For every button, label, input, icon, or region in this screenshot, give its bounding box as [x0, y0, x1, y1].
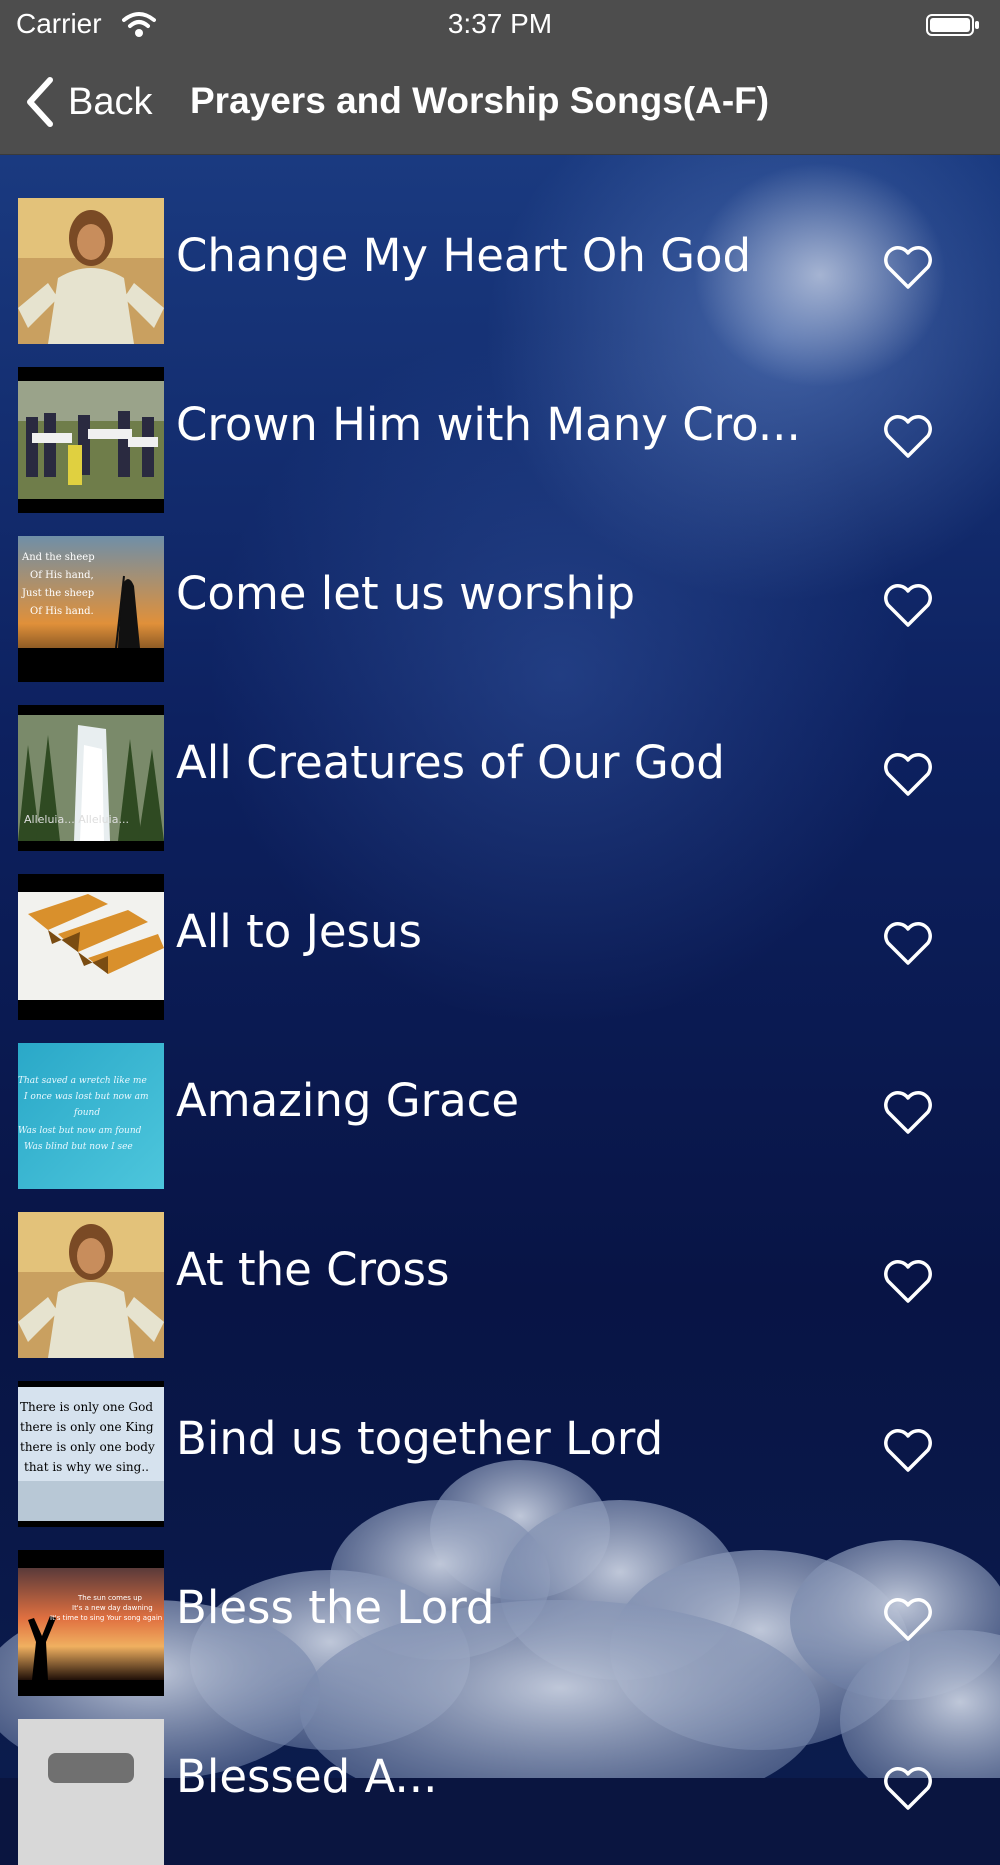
song-title: Bind us together Lord	[176, 1412, 664, 1465]
thumbnail-text: Of His hand,	[30, 570, 94, 581]
thumbnail-text: There is only one God	[20, 1400, 153, 1414]
song-row[interactable]: The sun comes up It's a new day dawning …	[0, 1507, 1000, 1696]
navigation-bar: Back Prayers and Worship Songs(A-F)	[0, 50, 1000, 155]
thumbnail-text: Was lost but now am found	[18, 1126, 142, 1136]
heart-icon[interactable]	[882, 1597, 934, 1643]
song-title: Blessed A...	[176, 1750, 438, 1803]
song-row[interactable]: Alleluia... Alleluia... All Creatures of…	[0, 662, 1000, 851]
song-thumbnail	[18, 874, 164, 1020]
heart-icon[interactable]	[882, 583, 934, 629]
thumbnail-text: there is only one body	[20, 1440, 155, 1454]
battery-icon	[926, 14, 979, 36]
thumbnail-text: And the sheep	[21, 552, 95, 563]
thumbnail-text: there is only one King	[20, 1420, 154, 1434]
song-row[interactable]: There is only one God there is only one …	[0, 1338, 1000, 1527]
heart-icon[interactable]	[882, 1766, 934, 1812]
chevron-left-icon	[27, 77, 53, 127]
song-title: At the Cross	[176, 1243, 450, 1296]
song-title: Amazing Grace	[176, 1074, 520, 1127]
song-title: All to Jesus	[176, 905, 422, 958]
thumbnail-text: Was blind but now I see	[24, 1142, 133, 1152]
back-label: Back	[68, 80, 153, 123]
song-thumbnail	[18, 1212, 164, 1358]
song-thumbnail	[18, 367, 164, 513]
heart-icon[interactable]	[882, 1259, 934, 1305]
song-title: Come let us worship	[176, 567, 636, 620]
song-thumbnail: And the sheep Of His hand, Just the shee…	[18, 536, 164, 682]
heart-icon[interactable]	[882, 1428, 934, 1474]
thumbnail-text: Of His hand.	[30, 606, 94, 617]
heart-icon[interactable]	[882, 921, 934, 967]
song-row[interactable]: All to Jesus	[0, 831, 1000, 1020]
thumbnail-text: That saved a wretch like me	[18, 1076, 147, 1086]
song-row[interactable]: And the sheep Of His hand, Just the shee…	[0, 493, 1000, 682]
heart-icon[interactable]	[882, 245, 934, 291]
heart-icon[interactable]	[882, 414, 934, 460]
song-thumbnail: That saved a wretch like me I once was l…	[18, 1043, 164, 1189]
thumbnail-text: It's a new day dawning	[72, 1604, 153, 1612]
thumbnail-text: Just the sheep	[21, 588, 94, 599]
song-title: Crown Him with Many Cro...	[176, 398, 801, 451]
song-thumbnail: The sun comes up It's a new day dawning …	[18, 1550, 164, 1696]
back-button[interactable]: Back	[24, 76, 152, 128]
song-thumbnail: Alleluia... Alleluia...	[18, 705, 164, 851]
song-row[interactable]: Blessed A...	[0, 1676, 1000, 1865]
page-title: Prayers and Worship Songs(A-F)	[190, 80, 770, 121]
song-title: All Creatures of Our God	[176, 736, 725, 789]
thumbnail-text: that is why we sing..	[24, 1460, 149, 1474]
thumbnail-text: Alleluia... Alleluia...	[24, 813, 129, 826]
song-row[interactable]: Change My Heart Oh God	[0, 155, 1000, 344]
song-thumbnail	[18, 198, 164, 344]
song-row[interactable]: That saved a wretch like me I once was l…	[0, 1000, 1000, 1189]
song-row[interactable]: Crown Him with Many Cro...	[0, 324, 1000, 513]
thumbnail-text: found	[73, 1108, 100, 1118]
song-title: Change My Heart Oh God	[176, 229, 752, 282]
song-thumbnail	[18, 1719, 164, 1865]
thumbnail-text: It's time to sing Your song again	[50, 1614, 162, 1622]
song-list: Change My Heart Oh God Crown Him with Ma…	[0, 155, 1000, 1865]
heart-icon[interactable]	[882, 1090, 934, 1136]
heart-icon[interactable]	[882, 752, 934, 798]
thumbnail-text: The sun comes up	[77, 1594, 143, 1602]
thumbnail-text: I once was lost but now am	[23, 1092, 149, 1102]
song-row[interactable]: At the Cross	[0, 1169, 1000, 1358]
status-time: 3:37 PM	[447, 8, 553, 39]
song-thumbnail: There is only one God there is only one …	[18, 1381, 164, 1527]
song-title: Bless the Lord	[176, 1581, 495, 1634]
status-bar: Carrier 3:37 PM	[0, 0, 1000, 50]
